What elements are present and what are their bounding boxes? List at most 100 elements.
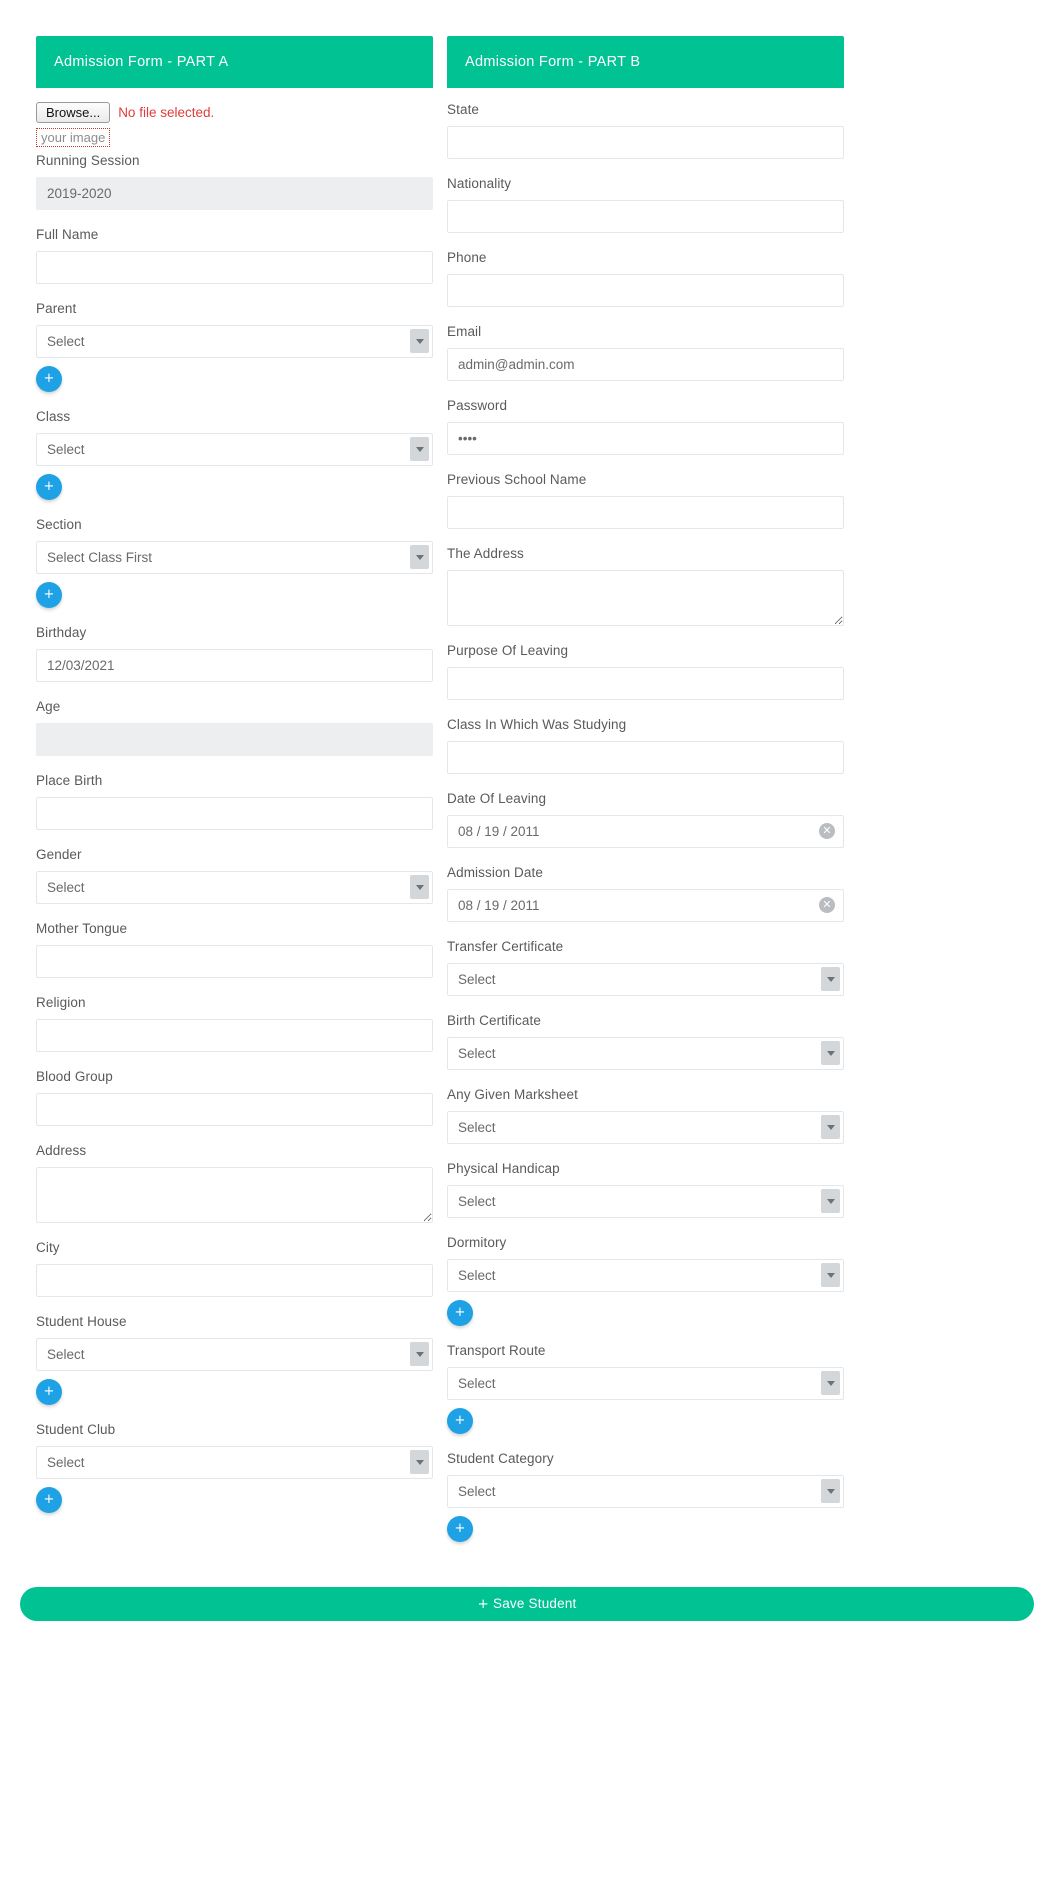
input-full_name[interactable] — [36, 251, 433, 284]
add-transport_route-button[interactable]: + — [447, 1408, 473, 1434]
label-any_given_marksheet: Any Given Marksheet — [447, 1087, 578, 1102]
add-parent-button[interactable]: + — [36, 366, 62, 392]
part-b-header: Admission Form - PART B — [447, 36, 844, 88]
field-gender: Gender Select — [36, 847, 433, 904]
no-file-selected-text: No file selected. — [118, 105, 215, 120]
clear-date-icon[interactable]: ✕ — [819, 823, 835, 839]
label-class_in_which_was_studying: Class In Which Was Studying — [447, 717, 627, 732]
clear-date-icon[interactable]: ✕ — [819, 897, 835, 913]
select-transfer_certificate[interactable]: Select — [447, 963, 844, 996]
field-address: Address — [36, 1143, 433, 1223]
select-section[interactable]: Select Class First — [36, 541, 433, 574]
field-transfer_certificate: Transfer Certificate Select — [447, 939, 844, 996]
select-wrap-physical_handicap: Select — [447, 1185, 844, 1218]
save-bar: + Save Student — [0, 1559, 1054, 1637]
label-full_name: Full Name — [36, 227, 99, 242]
browse-button[interactable]: Browse... — [36, 102, 111, 123]
select-wrap-class: Select — [36, 433, 433, 466]
select-wrap-transfer_certificate: Select — [447, 963, 844, 996]
label-age: Age — [36, 699, 61, 714]
input-purpose_of_leaving[interactable] — [447, 667, 844, 700]
textarea-the_address[interactable] — [447, 570, 844, 626]
save-student-button[interactable]: + Save Student — [20, 1587, 1034, 1621]
add-section-button[interactable]: + — [36, 582, 62, 608]
field-class_in_which_was_studying: Class In Which Was Studying — [447, 717, 844, 774]
file-input-row: Browse... No file selected. — [36, 102, 433, 123]
field-email: Email — [447, 324, 844, 381]
input-class_in_which_was_studying[interactable] — [447, 741, 844, 774]
add-student_category-button[interactable]: + — [447, 1516, 473, 1542]
select-student_category[interactable]: Select — [447, 1475, 844, 1508]
plus-icon: + — [477, 1596, 490, 1612]
label-transport_route: Transport Route — [447, 1343, 546, 1358]
field-the_address: The Address — [447, 546, 844, 626]
input-password[interactable] — [447, 422, 844, 455]
field-city: City — [36, 1240, 433, 1297]
input-city[interactable] — [36, 1264, 433, 1297]
field-transport_route: Transport Route Select + — [447, 1343, 844, 1434]
add-student_club-button[interactable]: + — [36, 1487, 62, 1513]
date-wrap-admission_date: ✕ — [447, 889, 844, 922]
part-b-fields: State Nationality Phone Email Password Previo… — [447, 102, 844, 1542]
date-input-date_of_leaving[interactable] — [447, 815, 844, 848]
field-running_session: Running Session — [36, 153, 433, 210]
input-blood_group[interactable] — [36, 1093, 433, 1126]
label-blood_group: Blood Group — [36, 1069, 113, 1084]
field-password: Password — [447, 398, 844, 455]
input-previous_school_name[interactable] — [447, 496, 844, 529]
field-age: Age — [36, 699, 433, 756]
add-class-button[interactable]: + — [36, 474, 62, 500]
field-admission_date: Admission Date ✕ — [447, 865, 844, 922]
select-transport_route[interactable]: Select — [447, 1367, 844, 1400]
date-wrap-date_of_leaving: ✕ — [447, 815, 844, 848]
label-birth_certificate: Birth Certificate — [447, 1013, 541, 1028]
select-physical_handicap[interactable]: Select — [447, 1185, 844, 1218]
label-mother_tongue: Mother Tongue — [36, 921, 128, 936]
save-student-label: Save Student — [493, 1596, 577, 1611]
label-section: Section — [36, 517, 82, 532]
select-parent[interactable]: Select — [36, 325, 433, 358]
label-student_category: Student Category — [447, 1451, 554, 1466]
label-address: Address — [36, 1143, 87, 1158]
input-phone[interactable] — [447, 274, 844, 307]
input-place_birth[interactable] — [36, 797, 433, 830]
add-dormitory-button[interactable]: + — [447, 1300, 473, 1326]
field-previous_school_name: Previous School Name — [447, 472, 844, 529]
field-purpose_of_leaving: Purpose Of Leaving — [447, 643, 844, 700]
input-state[interactable] — [447, 126, 844, 159]
select-wrap-any_given_marksheet: Select — [447, 1111, 844, 1144]
label-parent: Parent — [36, 301, 77, 316]
field-nationality: Nationality — [447, 176, 844, 233]
label-physical_handicap: Physical Handicap — [447, 1161, 560, 1176]
select-gender[interactable]: Select — [36, 871, 433, 904]
field-class: Class Select + — [36, 409, 433, 500]
label-email: Email — [447, 324, 482, 339]
select-wrap-birth_certificate: Select — [447, 1037, 844, 1070]
select-student_house[interactable]: Select — [36, 1338, 433, 1371]
label-city: City — [36, 1240, 60, 1255]
field-blood_group: Blood Group — [36, 1069, 433, 1126]
input-running_session — [36, 177, 433, 210]
add-student_house-button[interactable]: + — [36, 1379, 62, 1405]
input-mother_tongue[interactable] — [36, 945, 433, 978]
textarea-address[interactable] — [36, 1167, 433, 1223]
label-purpose_of_leaving: Purpose Of Leaving — [447, 643, 569, 658]
input-email[interactable] — [447, 348, 844, 381]
input-nationality[interactable] — [447, 200, 844, 233]
input-religion[interactable] — [36, 1019, 433, 1052]
label-nationality: Nationality — [447, 176, 512, 191]
field-dormitory: Dormitory Select + — [447, 1235, 844, 1326]
select-wrap-dormitory: Select — [447, 1259, 844, 1292]
select-student_club[interactable]: Select — [36, 1446, 433, 1479]
select-birth_certificate[interactable]: Select — [447, 1037, 844, 1070]
field-section: Section Select Class First + — [36, 517, 433, 608]
label-gender: Gender — [36, 847, 82, 862]
select-any_given_marksheet[interactable]: Select — [447, 1111, 844, 1144]
date-input-admission_date[interactable] — [447, 889, 844, 922]
select-dormitory[interactable]: Select — [447, 1259, 844, 1292]
label-phone: Phone — [447, 250, 487, 265]
label-student_house: Student House — [36, 1314, 127, 1329]
input-birthday[interactable] — [36, 649, 433, 682]
select-class[interactable]: Select — [36, 433, 433, 466]
part-b-column: Admission Form - PART B State Nationality… — [447, 36, 844, 1559]
